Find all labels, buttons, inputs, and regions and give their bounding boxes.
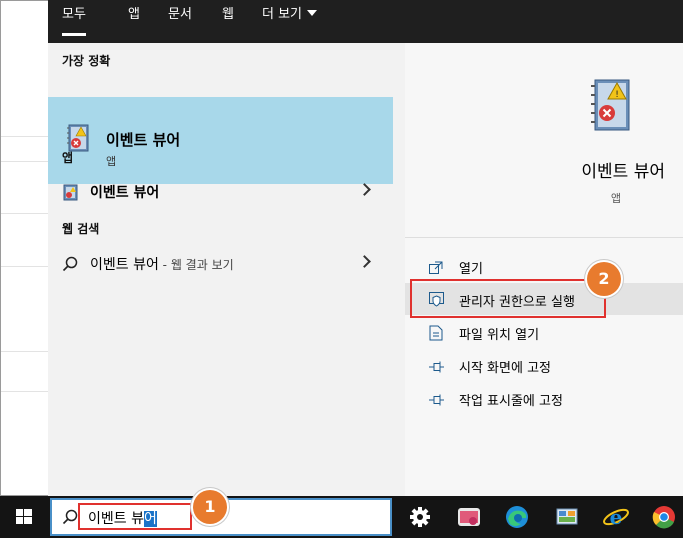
tab-more-label: 더 보기 [262,7,303,22]
preview-divider [405,237,683,238]
callout-box-search [78,503,192,530]
section-best-match: 가장 정확 [62,54,111,68]
callout-badge-1: 1 [193,490,227,524]
best-match-type: 앱 [106,155,117,168]
media-icon[interactable] [455,503,483,531]
windows-logo-icon [16,509,32,524]
web-result-suffix: - 웹 결과 보기 [158,258,234,272]
background-window [0,0,51,496]
pin-icon [429,358,445,377]
action-pin-to-taskbar-label: 작업 표시줄에 고정 [459,394,563,409]
svg-text:!: ! [615,90,619,100]
results-list: 가장 정확 이벤트 뷰어 앱 앱 이벤트 뷰어 웹 검색 이벤트 뷰어 - 웹 … [48,43,405,496]
edge-icon[interactable] [503,503,531,531]
chevron-right-icon[interactable] [358,255,371,268]
caret-down-icon [307,10,318,16]
open-icon [429,259,443,278]
callout-box-run-as-admin [410,279,606,318]
tab-more[interactable]: 더 보기 [262,0,318,36]
ie-icon[interactable]: e [602,503,630,531]
web-result-label: 이벤트 뷰어 - 웹 결과 보기 [90,254,234,274]
control-panel-icon[interactable] [553,503,581,531]
background-divider [1,161,51,162]
app-result-event-viewer[interactable]: 이벤트 뷰어 [48,177,393,207]
tab-all[interactable]: 모두 [62,0,86,36]
tab-web[interactable]: 웹 [222,0,234,36]
best-match-result[interactable]: 이벤트 뷰어 앱 [48,97,393,184]
section-web-search: 웹 검색 [62,222,100,236]
tab-documents[interactable]: 문서 [168,0,192,36]
action-pin-to-start[interactable]: 시작 화면에 고정 [405,349,683,381]
preview-app-type: 앱 [610,192,621,205]
action-pin-to-taskbar[interactable]: 작업 표시줄에 고정 [405,382,683,414]
search-filter-tabs: 모두 앱 문서 웹 더 보기 [48,0,683,43]
action-open-label: 열기 [459,262,483,277]
web-result[interactable]: 이벤트 뷰어 - 웹 결과 보기 [48,249,393,279]
search-icon [62,509,78,529]
event-viewer-icon [62,184,78,205]
app-result-label: 이벤트 뷰어 [90,185,160,201]
preview-app-name: 이벤트 뷰어 [581,162,665,182]
background-divider [1,266,51,267]
background-divider [1,213,51,214]
background-divider [1,391,51,392]
callout-badge-2: 2 [587,262,621,296]
chrome-icon[interactable] [650,503,678,531]
start-button[interactable] [0,496,48,538]
event-viewer-icon: ! [589,77,631,137]
search-icon [62,256,78,276]
start-search-panel: 모두 앱 문서 웹 더 보기 가장 정확 이벤트 뷰어 앱 앱 이벤트 뷰어 웹… [48,0,683,496]
action-open[interactable]: 열기 [405,250,683,282]
background-divider [1,351,51,352]
preview-pane: ! 이벤트 뷰어 앱 열기 관리자 권한으로 실행 파일 위치 열기 시작 화면… [405,43,683,496]
action-open-file-location[interactable]: 파일 위치 열기 [405,316,683,348]
pin-icon [429,391,445,410]
settings-icon[interactable] [406,503,434,531]
action-open-file-location-label: 파일 위치 열기 [459,328,540,343]
tab-apps[interactable]: 앱 [128,0,140,36]
chevron-right-icon[interactable] [358,183,371,196]
section-apps: 앱 [62,151,74,165]
folder-icon [429,325,443,345]
best-match-name: 이벤트 뷰어 [106,131,181,149]
svg-text:e: e [610,505,623,529]
action-pin-to-start-label: 시작 화면에 고정 [459,361,551,376]
web-result-query: 이벤트 뷰어 [90,257,159,273]
background-divider [1,136,51,137]
